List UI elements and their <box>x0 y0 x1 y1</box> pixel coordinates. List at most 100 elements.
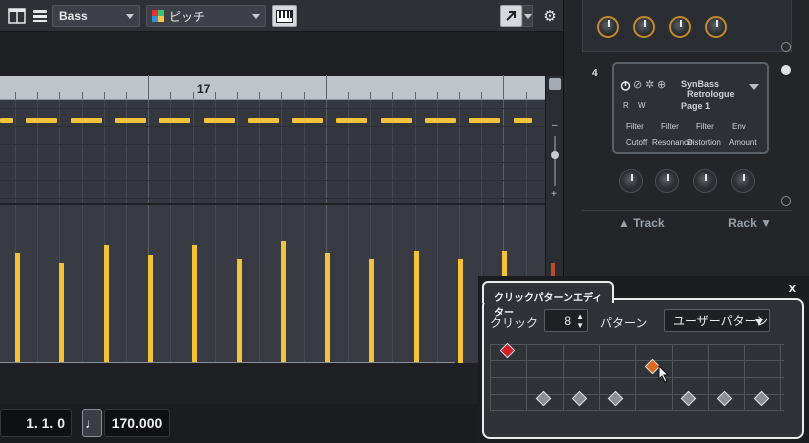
midi-note[interactable] <box>159 118 191 123</box>
midi-note[interactable] <box>380 118 412 123</box>
click-accent-diamond[interactable] <box>680 390 697 406</box>
track-tab-button[interactable]: ▲ Track <box>618 216 665 230</box>
grid-line <box>259 100 261 203</box>
view-mode-dropdown[interactable]: ピッチ <box>146 5 266 27</box>
ruler-tick <box>325 75 327 99</box>
gear-icon[interactable]: ⚙ <box>541 5 559 27</box>
pitch-row <box>0 180 545 181</box>
piano-keys-icon <box>276 9 293 23</box>
velocity-bar[interactable] <box>325 253 331 363</box>
color-icon <box>152 10 164 22</box>
grid-line <box>37 100 39 203</box>
zoom-slider-track[interactable] <box>554 136 556 186</box>
collapse-icon[interactable] <box>781 65 791 75</box>
pattern-value: ユーザーパターン <box>673 314 769 328</box>
velocity-bar[interactable] <box>413 251 419 363</box>
tempo-track-button[interactable]: ♩ <box>82 409 102 437</box>
note-display[interactable] <box>0 100 545 203</box>
position-display[interactable]: 1. 1. 0 <box>0 409 72 437</box>
edit-icon[interactable]: ⊘ <box>633 78 642 91</box>
slot-settings-icon[interactable] <box>781 42 791 52</box>
velocity-bar[interactable] <box>236 259 242 363</box>
bar-ruler[interactable]: 17 <box>0 75 545 100</box>
ruler-tick <box>170 92 172 99</box>
layers-icon[interactable] <box>31 5 49 27</box>
env-amount-knob[interactable] <box>732 170 754 192</box>
read-automation-button[interactable]: R <box>623 101 629 110</box>
rack-knob[interactable] <box>633 16 655 38</box>
distortion-knob[interactable] <box>694 170 716 192</box>
track-list-icon[interactable] <box>6 5 28 27</box>
routing-icon[interactable]: ⊕ <box>657 78 666 91</box>
grid-line <box>103 100 105 203</box>
power-icon[interactable] <box>620 80 631 91</box>
view-mode-label: ピッチ <box>169 9 206 24</box>
midi-note[interactable] <box>292 118 324 123</box>
velocity-lane[interactable] <box>0 205 545 363</box>
grid-line <box>414 100 416 203</box>
rack-knob[interactable] <box>669 16 691 38</box>
click-pattern-grid[interactable] <box>490 342 784 411</box>
resonance-knob[interactable] <box>656 170 678 192</box>
rack-knob[interactable] <box>597 16 619 38</box>
chevron-down-icon[interactable] <box>749 84 759 90</box>
rack-slot-3[interactable] <box>582 0 792 52</box>
tempo-display[interactable]: 170.000 <box>104 409 170 437</box>
retrologue-slot[interactable]: ⊘ ✲ ⊕ SynBass Retrologue Page 1 R W Filt… <box>612 62 769 154</box>
pattern-dropdown[interactable]: ユーザーパターン <box>664 309 770 332</box>
param-name-label: Amount <box>729 138 757 147</box>
midi-note[interactable] <box>70 118 102 123</box>
track-name-dropdown[interactable]: Bass <box>52 5 140 27</box>
zoom-slider-handle[interactable] <box>551 151 559 159</box>
velocity-bar[interactable] <box>147 255 153 363</box>
velocity-bar[interactable] <box>192 245 198 363</box>
velocity-bar[interactable] <box>103 245 109 363</box>
grid-line <box>170 100 172 203</box>
ruler-tick <box>126 92 127 99</box>
grid-line <box>481 100 483 203</box>
zoom-in-icon[interactable]: + <box>551 189 557 200</box>
click-accent-diamond[interactable] <box>753 390 769 406</box>
velocity-bar[interactable] <box>369 259 375 363</box>
velocity-bar[interactable] <box>458 259 463 363</box>
instrument-name: Retrologue <box>687 89 735 99</box>
velocity-bar[interactable] <box>59 263 65 363</box>
click-accent-diamond[interactable] <box>717 390 733 406</box>
midi-note[interactable] <box>247 118 279 123</box>
close-button[interactable]: x <box>789 280 796 295</box>
rack-tab-button[interactable]: Rack ▼ <box>728 216 772 230</box>
midi-note[interactable] <box>336 118 368 123</box>
grid-line <box>126 205 127 363</box>
velocity-bar[interactable] <box>280 241 286 363</box>
stepper-arrows-icon[interactable]: ▲ ▼ <box>576 312 584 330</box>
zoom-out-icon[interactable]: – <box>552 120 558 131</box>
slot-settings-icon[interactable] <box>781 196 791 206</box>
midi-note[interactable] <box>203 118 235 123</box>
param-group-label: Env <box>732 122 746 131</box>
ruler-tick <box>370 92 372 99</box>
click-accent-diamond[interactable] <box>535 390 552 406</box>
piano-keys-button[interactable] <box>272 5 297 27</box>
cutoff-knob[interactable] <box>620 170 642 192</box>
rack-footer: ▲ Track Rack ▼ <box>582 210 792 234</box>
click-count-stepper[interactable]: 8 ▲ ▼ <box>544 309 588 332</box>
midi-note[interactable] <box>26 118 58 123</box>
velocity-bar[interactable] <box>15 253 20 363</box>
midi-note[interactable] <box>114 118 146 123</box>
click-accent-diamond[interactable] <box>608 390 624 406</box>
freeze-icon[interactable]: ✲ <box>645 78 654 91</box>
click-accent-diamond[interactable] <box>571 390 588 406</box>
rack-knob[interactable] <box>705 16 727 38</box>
grid-line <box>214 205 216 363</box>
midi-note[interactable] <box>513 118 532 123</box>
write-automation-button[interactable]: W <box>638 101 646 110</box>
chevron-down-icon[interactable] <box>549 78 561 90</box>
midi-note[interactable] <box>425 118 456 123</box>
midi-note[interactable] <box>0 118 13 123</box>
pattern-label: パターン <box>600 316 648 330</box>
arrow-tool-menu[interactable] <box>522 5 533 27</box>
ruler-tick <box>59 92 61 99</box>
arrow-tool-button[interactable] <box>500 5 522 27</box>
midi-note[interactable] <box>469 118 501 123</box>
track-name-label: Bass <box>59 9 88 23</box>
